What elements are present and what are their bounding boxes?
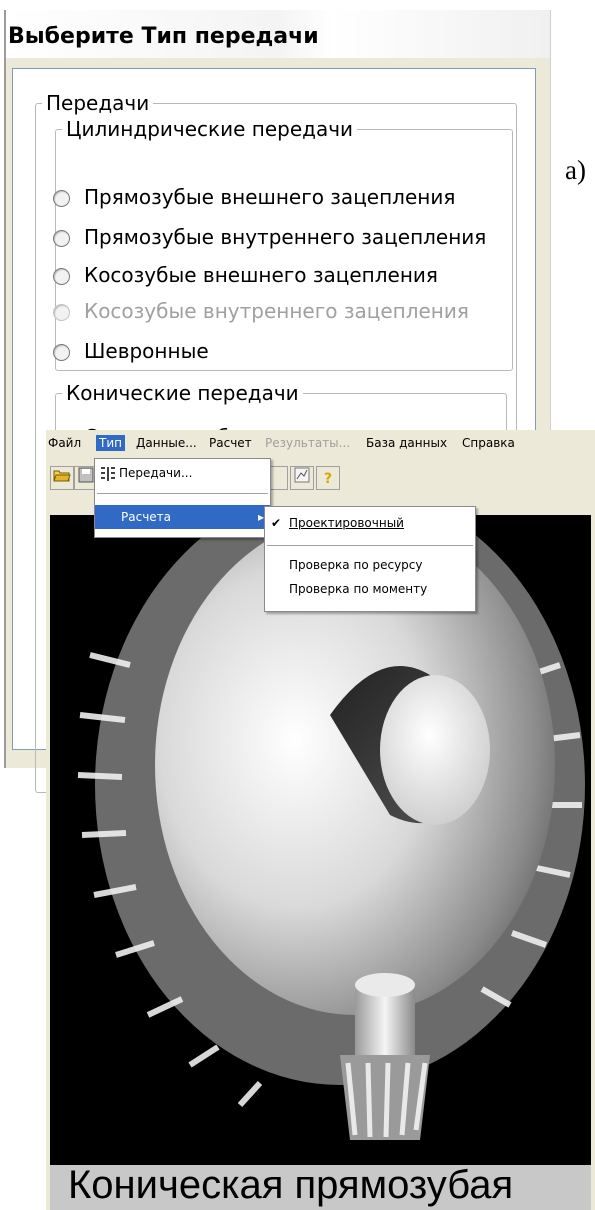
conical-group-label: Конические передачи (66, 381, 299, 405)
bevel-gear-image (77, 515, 585, 1140)
menu-item-check-moment[interactable]: Проверка по моменту (265, 577, 475, 601)
menu-calc[interactable]: Расчет (209, 436, 252, 450)
menu-item-design-label: Проектировочный (289, 516, 404, 530)
dialog-titlebar: Выберите Тип передачи (6, 10, 550, 58)
menu-separator (267, 545, 473, 546)
gears-group-label: Передачи (46, 91, 150, 115)
menu-item-check-resource-label: Проверка по ресурсу (289, 558, 423, 572)
menu-item-gears-label: Передачи... (119, 466, 193, 480)
status-panel: Коническая прямозубая (50, 1163, 591, 1210)
cylindrical-group-label: Цилиндрические передачи (66, 117, 354, 141)
radio-label: Косозубые внутреннего зацепления (84, 299, 469, 323)
gear-type-status: Коническая прямозубая (68, 1163, 514, 1207)
menubar: Файл Тип Данные... Расчет Результаты... … (46, 432, 595, 458)
radio-label: Шевронные (84, 339, 209, 363)
chart-icon[interactable] (290, 466, 314, 490)
menu-data[interactable]: Данные... (136, 436, 197, 450)
app-window: Файл Тип Данные... Расчет Результаты... … (46, 430, 595, 1210)
menu-results: Результаты... (265, 436, 351, 450)
type-dropdown-menu: Передачи... Расчета ▸ (94, 458, 271, 538)
help-icon[interactable]: ? (316, 466, 340, 490)
gear-3d-viewport (50, 515, 591, 1165)
gears-list-icon (99, 461, 117, 485)
radio-circle-icon (53, 304, 70, 321)
radio-label: Прямозубые внешнего зацепления (84, 185, 456, 209)
menu-item-design[interactable]: ✔ Проектировочный (265, 511, 475, 535)
menu-type[interactable]: Тип (96, 435, 125, 451)
menu-database[interactable]: База данных (366, 436, 447, 450)
menu-help[interactable]: Справка (462, 436, 515, 450)
menu-separator (97, 493, 268, 494)
menu-item-check-resource[interactable]: Проверка по ресурсу (265, 553, 475, 577)
radio-helical-internal: Косозубые внутреннего зацепления (53, 299, 469, 323)
menu-file[interactable]: Файл (48, 436, 81, 450)
menu-item-calc-type-label: Расчета (121, 510, 172, 524)
radio-spur-internal[interactable]: Прямозубые внутреннего зацепления (53, 225, 486, 249)
menu-item-check-moment-label: Проверка по моменту (289, 582, 428, 596)
radio-helical-external[interactable]: Косозубые внешнего зацепления (53, 263, 438, 287)
radio-circle-icon[interactable] (53, 190, 70, 207)
radio-herringbone[interactable]: Шевронные (53, 339, 209, 363)
radio-circle-icon[interactable] (53, 268, 70, 285)
figure-label: а) (565, 155, 586, 185)
dialog-title: Выберите Тип передачи (8, 24, 319, 49)
radio-label: Косозубые внешнего зацепления (84, 263, 438, 287)
calc-type-submenu: ✔ Проектировочный Проверка по ресурсу Пр… (264, 506, 476, 612)
radio-label: Прямозубые внутреннего зацепления (84, 225, 487, 249)
radio-circle-icon[interactable] (53, 230, 70, 247)
menu-item-calc-type[interactable]: Расчета ▸ (95, 505, 270, 529)
open-folder-icon[interactable] (50, 466, 74, 490)
checkmark-icon: ✔ (271, 516, 282, 530)
radio-spur-external[interactable]: Прямозубые внешнего зацепления (53, 185, 455, 209)
menu-item-gears[interactable]: Передачи... (95, 461, 270, 485)
radio-circle-icon[interactable] (53, 344, 70, 361)
